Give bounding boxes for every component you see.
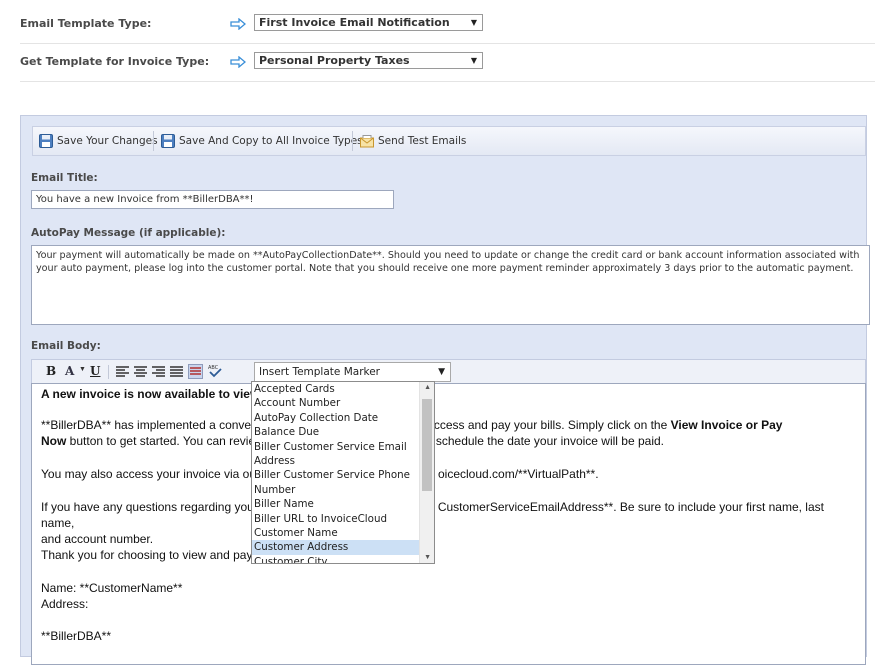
dropdown-item[interactable]: Accepted Cards [252, 382, 420, 396]
invoice-type-row: Get Template for Invoice Type: Personal … [20, 43, 875, 82]
save-and-copy-label: Save And Copy to All Invoice Types [179, 135, 363, 147]
svg-text:ABC: ABC [208, 365, 219, 371]
envelope-icon [360, 135, 374, 148]
send-test-emails-label: Send Test Emails [378, 135, 467, 147]
chevron-down-icon: ▼ [470, 56, 477, 65]
template-editor-panel: Save Your Changes Save And Copy to All I… [20, 115, 870, 665]
insert-template-marker-select[interactable]: Insert Template Marker ▼ [254, 362, 451, 382]
toolbar-divider [352, 131, 353, 151]
save-label: Save Your Changes [57, 135, 158, 147]
dropdown-item[interactable]: AutoPay Collection Date [252, 411, 420, 425]
dropdown-item[interactable]: Biller Customer Service Phone [252, 468, 420, 482]
align-left-icon[interactable] [116, 366, 129, 377]
dropdown-item[interactable]: Biller Name [252, 497, 420, 511]
email-body-label: Email Body: [31, 340, 101, 352]
scrollbar-thumb[interactable] [422, 399, 432, 491]
align-right-icon[interactable] [152, 366, 165, 377]
autopay-message-textarea[interactable]: Your payment will automatically be made … [31, 245, 870, 325]
chevron-down-icon: ▼ [470, 18, 477, 27]
floppy-disk-icon [39, 134, 53, 148]
align-justify-icon[interactable] [170, 366, 183, 377]
dropdown-item[interactable]: Customer Name [252, 526, 420, 540]
editor-toolbar: B A ▼ U ABC Insert Template Marker ▼ [31, 359, 866, 385]
chevron-down-icon[interactable]: ▼ [79, 366, 86, 373]
email-body-editor[interactable]: A new invoice is now available to view *… [31, 383, 866, 665]
invoice-type-value: Personal Property Taxes [259, 54, 410, 67]
insert-template-marker-value: Insert Template Marker [259, 366, 380, 378]
dropdown-item[interactable]: Account Number [252, 396, 420, 410]
template-type-select[interactable]: First Invoice Email Notification ▼ [254, 14, 483, 31]
invoice-type-select[interactable]: Personal Property Taxes ▼ [254, 52, 483, 69]
html-mode-icon[interactable] [188, 364, 203, 379]
body-paragraph: You may also access your invoice via our… [41, 467, 599, 481]
body-paragraph: If you have any questions regarding your… [41, 500, 824, 546]
toolbar-divider [153, 131, 154, 151]
dropdown-scrollbar[interactable]: ▲ ▼ [419, 382, 434, 563]
body-paragraph: Thank you for choosing to view and pay c [41, 548, 262, 562]
dropdown-item[interactable]: Biller Customer Service Email [252, 440, 420, 454]
body-paragraph: Name: **CustomerName** Address: [41, 581, 183, 611]
autopay-message-label: AutoPay Message (if applicable): [31, 227, 226, 239]
email-title-input[interactable]: You have a new Invoice from **BillerDBA*… [31, 190, 394, 209]
bold-button[interactable]: B [46, 364, 56, 378]
email-title-label: Email Title: [31, 172, 98, 184]
body-paragraph: **BillerDBA** [41, 629, 112, 643]
template-type-row: Email Template Type: First Invoice Email… [20, 5, 875, 44]
template-type-label: Email Template Type: [20, 17, 152, 30]
arrow-right-icon [230, 56, 246, 68]
dropdown-item[interactable]: Customer City [252, 555, 420, 563]
body-line: A new invoice is now available to view [41, 387, 260, 401]
dropdown-item[interactable]: Address [252, 454, 420, 468]
chevron-down-icon: ▼ [438, 367, 445, 377]
template-type-value: First Invoice Email Notification [259, 16, 450, 29]
underline-button[interactable]: U [90, 364, 100, 378]
action-toolbar: Save Your Changes Save And Copy to All I… [32, 126, 866, 156]
arrow-right-icon [230, 18, 246, 30]
floppy-disk-icon [161, 134, 175, 148]
scroll-up-icon[interactable]: ▲ [424, 384, 431, 391]
scroll-down-icon[interactable]: ▼ [424, 554, 431, 561]
font-color-button[interactable]: A [65, 364, 74, 378]
spell-check-icon[interactable]: ABC [208, 364, 222, 378]
invoice-type-label: Get Template for Invoice Type: [20, 55, 210, 68]
dropdown-item[interactable]: Balance Due [252, 425, 420, 439]
dropdown-item[interactable]: Number [252, 483, 420, 497]
body-paragraph: **BillerDBA** has implemented a conven em… [41, 418, 783, 448]
dropdown-item[interactable]: Customer Address [252, 540, 420, 555]
toolbar-divider [108, 365, 109, 379]
dropdown-item[interactable]: Biller URL to InvoiceCloud [252, 512, 420, 526]
align-center-icon[interactable] [134, 366, 147, 377]
template-marker-dropdown[interactable]: Accepted Cards Account Number AutoPay Co… [251, 381, 435, 564]
